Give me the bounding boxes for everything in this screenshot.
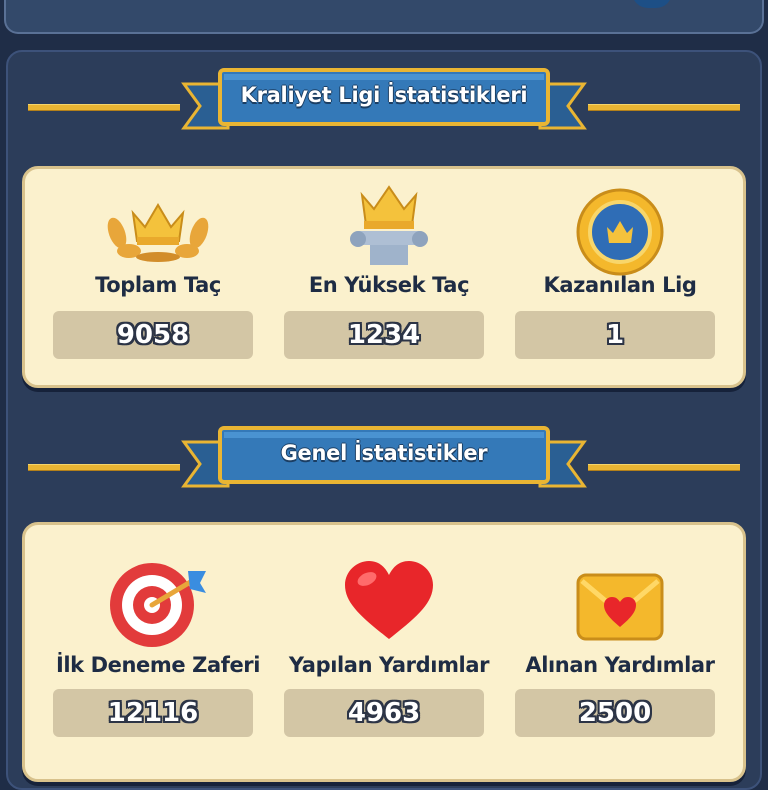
royal-league-header: Kraliyet Ligi İstatistikleri (0, 66, 768, 136)
stat-label: En Yüksek Taç (308, 273, 470, 297)
stat-value: 9058 (116, 320, 190, 350)
stat-value: 1 (605, 320, 625, 350)
divider-left (28, 464, 180, 471)
stat-leagues-won: Kazanılan Lig 1 (515, 169, 725, 391)
stat-highest-crowns: En Yüksek Taç 1234 (284, 169, 494, 391)
stat-label: Toplam Taç (95, 273, 221, 297)
stat-total-crowns: Toplam Taç 9058 (53, 169, 263, 391)
section-title: Genel İstatistikler (280, 441, 488, 465)
stat-value: 2500 (578, 698, 652, 728)
general-stats-card: İlk Deneme Zaferi 12116 Yapılan Yardımla… (22, 522, 746, 782)
target-arrow-icon (110, 563, 206, 647)
royal-league-card: Toplam Taç 9058 En Yüksek Taç 1234 Kazan… (22, 166, 746, 388)
stat-first-try-wins: İlk Deneme Zaferi 12116 (53, 525, 263, 765)
section-title: Kraliyet Ligi İstatistikleri (240, 83, 528, 107)
heart-icon (345, 561, 433, 639)
badge-edge-icon (632, 0, 672, 8)
heart-envelope-icon (576, 573, 664, 641)
stat-value: 4963 (347, 698, 421, 728)
stat-helps-received: Alınan Yardımlar 2500 (515, 525, 725, 765)
crown-pedestal-icon (350, 185, 428, 265)
stat-label: Alınan Yardımlar (525, 653, 715, 677)
league-medal-icon (576, 188, 664, 276)
divider-right (588, 464, 740, 471)
stat-label: İlk Deneme Zaferi (55, 653, 261, 677)
stat-label: Yapılan Yardımlar (288, 653, 490, 677)
stat-label: Kazanılan Lig (543, 273, 697, 297)
stat-helps-given: Yapılan Yardımlar 4963 (284, 525, 494, 765)
divider-left (28, 104, 180, 111)
crown-laurel-icon (107, 203, 209, 262)
stat-value: 1234 (347, 320, 421, 350)
previous-panel-edge (4, 0, 764, 34)
divider-right (588, 104, 740, 111)
general-stats-header: Genel İstatistikler (0, 424, 768, 494)
stat-value: 12116 (107, 698, 199, 728)
